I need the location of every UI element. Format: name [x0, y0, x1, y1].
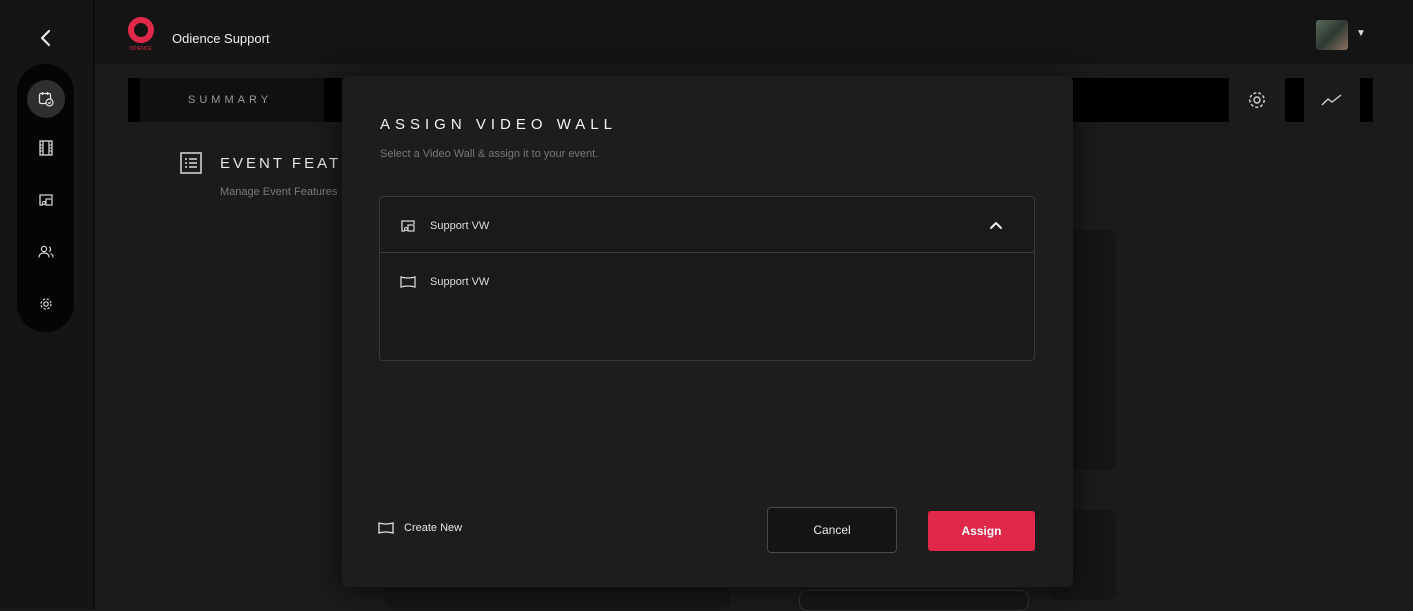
create-new-label: Create New [404, 522, 463, 534]
chevron-left-icon [40, 29, 51, 47]
video-wall-option-label: Support VW [430, 276, 490, 288]
sidebar-item-users[interactable] [30, 236, 62, 268]
user-avatar[interactable] [1316, 20, 1348, 50]
sidebar-divider [93, 0, 95, 609]
nav-rail [17, 64, 74, 332]
assign-video-wall-modal: ASSIGN VIDEO WALL Select a Video Wall & … [342, 76, 1073, 587]
list-icon [180, 152, 202, 174]
create-new-button[interactable]: Create New [378, 522, 462, 534]
video-wall-select-header[interactable]: Support VW [380, 197, 1034, 253]
modal-subtitle: Select a Video Wall & assign it to your … [380, 148, 599, 160]
selected-video-wall: Support VW [430, 220, 490, 232]
screen-icon [400, 276, 416, 288]
users-icon [38, 245, 54, 258]
caret-down-icon[interactable]: ▼ [1356, 28, 1366, 39]
chevron-up-icon[interactable] [988, 217, 1004, 233]
video-wall-select[interactable]: Support VW Support VW [379, 196, 1035, 361]
gear-icon [40, 298, 52, 310]
section-subtitle: Manage Event Features [220, 186, 338, 198]
video-wall-icon [39, 194, 53, 206]
film-icon [39, 140, 53, 156]
cancel-button[interactable]: Cancel [767, 507, 897, 553]
background-card [799, 590, 1029, 611]
assign-button[interactable]: Assign [928, 511, 1035, 551]
sidebar-item-media[interactable] [30, 132, 62, 164]
tab-settings[interactable] [1229, 78, 1285, 122]
tab-summary[interactable]: SUMMARY [140, 78, 324, 122]
modal-title: ASSIGN VIDEO WALL [380, 116, 617, 133]
top-bar [95, 0, 1413, 64]
video-wall-icon [401, 220, 415, 232]
screen-icon [378, 522, 394, 534]
gear-icon [1249, 92, 1265, 108]
trend-line-icon [1321, 94, 1342, 106]
section-title: EVENT FEATU [220, 155, 355, 172]
calendar-check-icon [38, 92, 54, 107]
sidebar-item-video-walls[interactable] [30, 184, 62, 216]
tab-analytics[interactable] [1304, 78, 1360, 122]
svg-text:ODIENCE: ODIENCE [129, 46, 152, 52]
brand-name: Odience Support [172, 31, 270, 46]
sidebar-item-settings[interactable] [30, 288, 62, 320]
sidebar-item-events[interactable] [27, 80, 65, 118]
video-wall-option[interactable]: Support VW [380, 254, 1034, 310]
back-button[interactable] [30, 22, 62, 54]
odience-logo: ODIENCE [128, 17, 154, 52]
